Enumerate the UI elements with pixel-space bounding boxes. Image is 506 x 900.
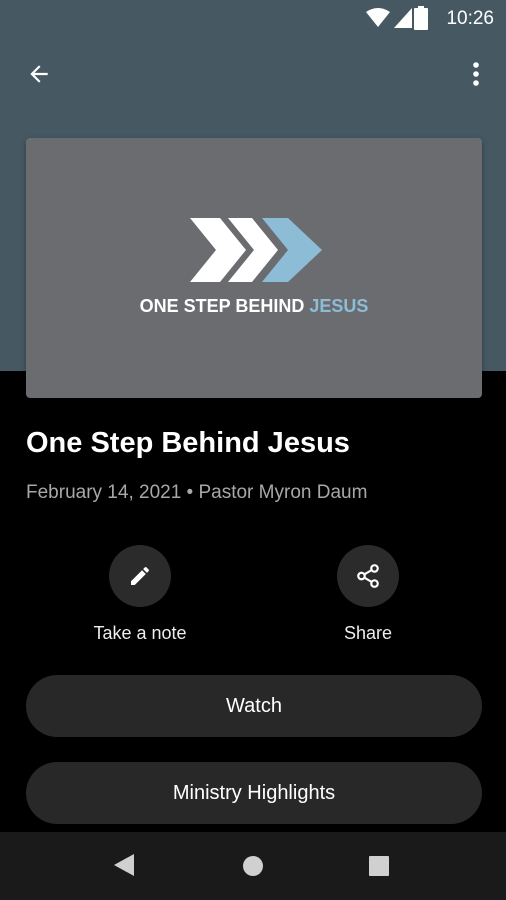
- take-note-label: Take a note: [93, 623, 187, 643]
- share-circle[interactable]: [337, 545, 399, 607]
- sermon-meta: February 14, 2021 • Pastor Myron Daum: [26, 482, 368, 503]
- system-nav-bar: [0, 832, 506, 900]
- status-bar: 10:26: [0, 0, 506, 36]
- more-vert-icon: [473, 62, 479, 86]
- circle-home-icon[interactable]: [242, 855, 264, 877]
- chevrons-logo-icon: [190, 218, 322, 282]
- back-button[interactable]: [18, 54, 60, 94]
- share-icon: [357, 564, 379, 588]
- pencil-icon: [131, 566, 150, 585]
- take-note-button[interactable]: Take a note: [60, 545, 220, 655]
- artwork-title: ONE STEP BEHIND JESUS: [26, 296, 482, 317]
- battery-icon: [414, 6, 428, 30]
- square-recents-icon[interactable]: [368, 855, 390, 877]
- watch-button[interactable]: Watch: [26, 675, 482, 737]
- wifi-icon: [366, 8, 390, 27]
- triangle-back-icon[interactable]: [112, 852, 136, 878]
- ministry-highlights-button[interactable]: Ministry Highlights: [26, 762, 482, 824]
- artwork-title-main: ONE STEP BEHIND: [139, 296, 310, 316]
- sermon-title: One Step Behind Jesus: [26, 427, 350, 459]
- take-note-circle[interactable]: [109, 545, 171, 607]
- share-label: Share: [343, 623, 393, 643]
- cellular-signal-icon: [394, 8, 412, 28]
- more-options-button[interactable]: [456, 54, 496, 94]
- arrow-back-icon: [30, 65, 48, 83]
- artwork-title-accent: JESUS: [309, 296, 369, 316]
- status-time: 10:26: [446, 8, 494, 29]
- sermon-artwork: ONE STEP BEHIND JESUS: [26, 138, 482, 398]
- share-button[interactable]: Share: [288, 545, 448, 655]
